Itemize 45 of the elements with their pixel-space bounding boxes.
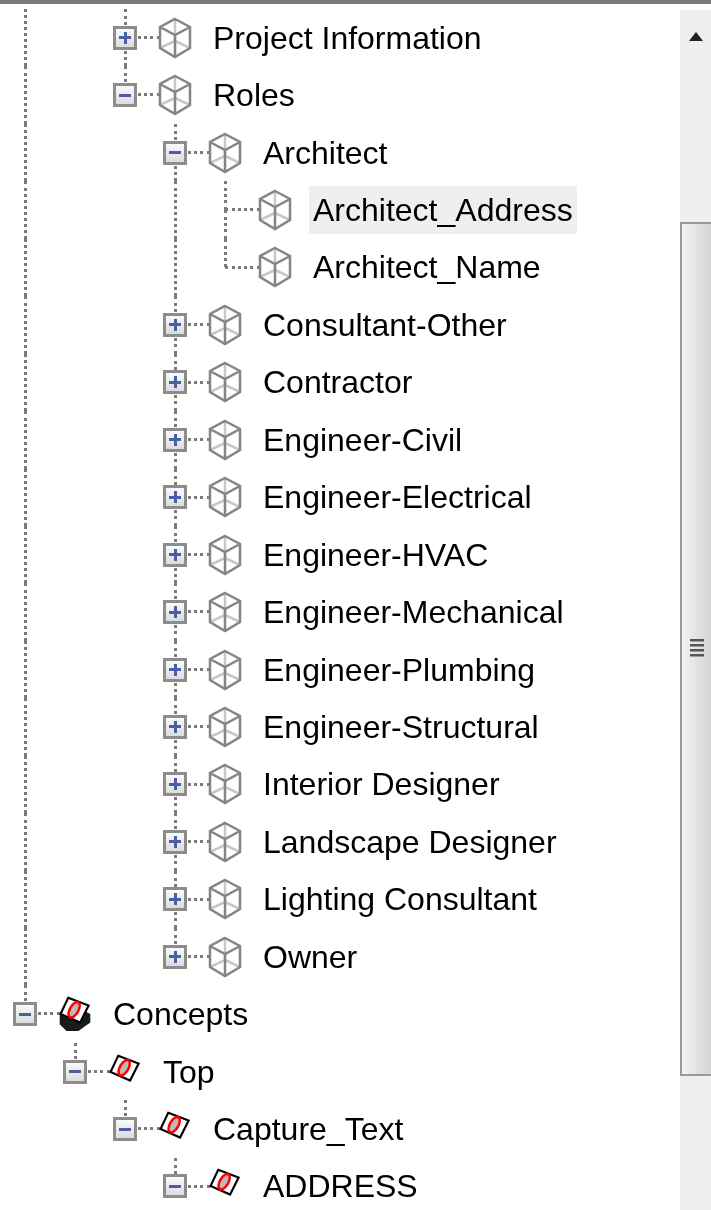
scrollbar-track[interactable] xyxy=(680,10,711,1210)
expand-toggle[interactable] xyxy=(163,944,187,969)
tree-item-label[interactable]: Concepts xyxy=(109,990,253,1039)
collapse-toggle[interactable] xyxy=(163,1174,187,1199)
tree-item-label[interactable]: Engineer-Mechanical xyxy=(259,588,568,637)
tree-item-label[interactable]: Engineer-HVAC xyxy=(259,530,493,579)
expand-toggle[interactable] xyxy=(163,600,187,625)
tree-item-label[interactable]: Architect_Address xyxy=(309,186,577,235)
scrollbar-thumb[interactable] xyxy=(680,222,711,1076)
expand-toggle[interactable] xyxy=(163,485,187,510)
tree-item-label[interactable]: ADDRESS xyxy=(259,1162,422,1210)
tree-item-label[interactable]: Engineer-Civil xyxy=(259,415,467,464)
tree-item-label[interactable]: Top xyxy=(159,1047,219,1096)
tree-item-label[interactable]: Landscape Designer xyxy=(259,817,561,866)
stacked-concept-icon xyxy=(58,995,92,1034)
grip-icon xyxy=(689,639,704,659)
expand-toggle[interactable] xyxy=(163,427,187,452)
collapse-toggle[interactable] xyxy=(113,83,137,108)
collapse-toggle[interactable] xyxy=(13,1002,37,1027)
collapse-toggle[interactable] xyxy=(163,140,187,165)
collapse-toggle[interactable] xyxy=(63,1059,87,1084)
tree-item-label[interactable]: Engineer-Structural xyxy=(259,702,543,751)
expand-toggle[interactable] xyxy=(113,25,137,50)
tree-item-label[interactable]: Project Information xyxy=(209,13,486,62)
tree-item-label[interactable]: Engineer-Plumbing xyxy=(259,645,540,694)
tree-item-label[interactable]: Owner xyxy=(259,932,362,981)
tree-item-label[interactable]: Architect_Name xyxy=(309,243,545,292)
expand-toggle[interactable] xyxy=(163,542,187,567)
tree-item-label[interactable]: Engineer-Electrical xyxy=(259,473,536,522)
up-arrow-icon xyxy=(688,32,703,41)
tree-item-label[interactable]: Roles xyxy=(209,71,299,120)
expand-toggle[interactable] xyxy=(163,887,187,912)
expand-toggle[interactable] xyxy=(163,312,187,337)
tree-item-label[interactable]: Interior Designer xyxy=(259,760,504,809)
tree-item-label[interactable]: Architect xyxy=(259,128,392,177)
tree-item-label[interactable]: Capture_Text xyxy=(209,1105,408,1154)
tree-item-label[interactable]: Lighting Consultant xyxy=(259,875,541,924)
collapse-toggle[interactable] xyxy=(113,1117,137,1142)
tree-item-label[interactable]: Contractor xyxy=(259,358,417,407)
expand-toggle[interactable] xyxy=(163,714,187,739)
expand-toggle[interactable] xyxy=(163,657,187,682)
expand-toggle[interactable] xyxy=(163,370,187,395)
expand-toggle[interactable] xyxy=(163,829,187,854)
tree-item-label[interactable]: Consultant-Other xyxy=(259,300,511,349)
expand-toggle[interactable] xyxy=(163,772,187,797)
